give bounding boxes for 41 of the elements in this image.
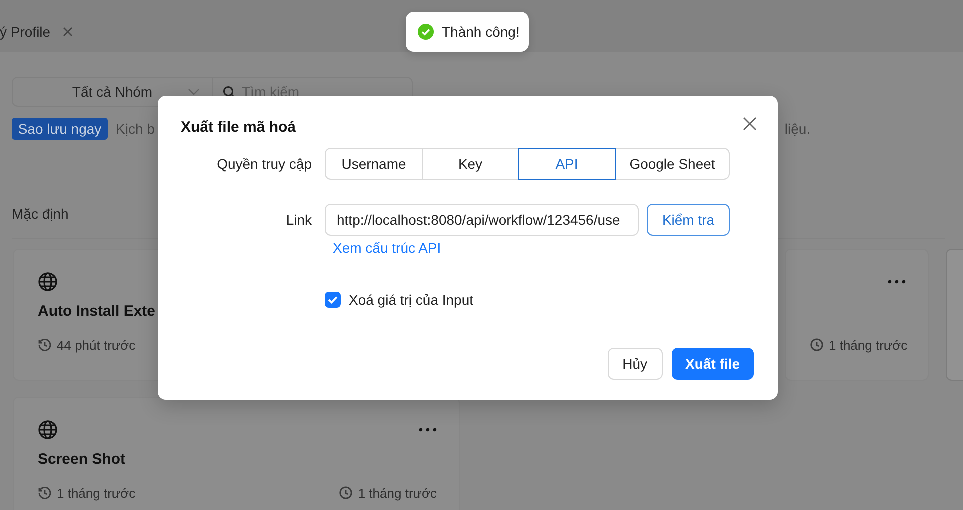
api-structure-link[interactable]: Xem cấu trúc API [333, 240, 442, 256]
chevron-icon [188, 88, 200, 96]
card-title: Auto Install Exte [38, 303, 156, 320]
updated-time: 1 tháng trước [38, 485, 136, 501]
created-time: 1 tháng trước [810, 337, 908, 353]
updated-time: 44 phút trước [38, 337, 136, 353]
close-icon[interactable] [62, 27, 73, 37]
check-button[interactable]: Kiểm tra [647, 204, 730, 236]
note-text: liệu. [784, 121, 811, 137]
cancel-button[interactable]: Hủy [608, 348, 663, 380]
field-label: Link [285, 212, 312, 228]
access-tab[interactable]: Google Sheet [615, 148, 730, 180]
access-tab[interactable]: Username [325, 148, 423, 180]
globe-icon [38, 272, 58, 292]
backup-button[interactable]: Sao lưu ngay [12, 118, 108, 140]
dialog-title: Xuất file mã hoá [181, 119, 296, 136]
globe-icon [38, 420, 58, 440]
history-icon [38, 338, 52, 352]
link-field[interactable]: http://localhost:8080/api/workflow/123456/use [325, 204, 639, 236]
access-tab[interactable]: API [518, 148, 616, 180]
close-icon[interactable] [743, 117, 757, 131]
toast-message: Thành công! [442, 24, 520, 40]
search-icon [223, 86, 236, 98]
more-icon[interactable] [419, 428, 437, 432]
note-text: Kịch b [116, 121, 155, 137]
field-label: Quyền truy cập [216, 156, 312, 172]
group-select[interactable]: Tất cả Nhóm [12, 77, 213, 107]
clock-icon [339, 486, 354, 500]
created-time: 1 tháng trước [339, 485, 437, 501]
tab-label[interactable]: ý Profile [0, 24, 51, 40]
checkbox-label: Xoá giá trị của Input [349, 292, 474, 308]
export-button[interactable]: Xuất file [672, 348, 754, 380]
check-circle-icon [418, 24, 434, 40]
card-title: Screen Shot [38, 451, 126, 468]
history-icon [38, 486, 52, 500]
clock-icon [810, 338, 824, 352]
section-title: Mặc định [12, 206, 69, 224]
more-icon[interactable] [888, 280, 906, 284]
check-icon [328, 296, 338, 304]
access-tab[interactable]: Key [422, 148, 519, 180]
checkbox[interactable] [325, 292, 341, 308]
